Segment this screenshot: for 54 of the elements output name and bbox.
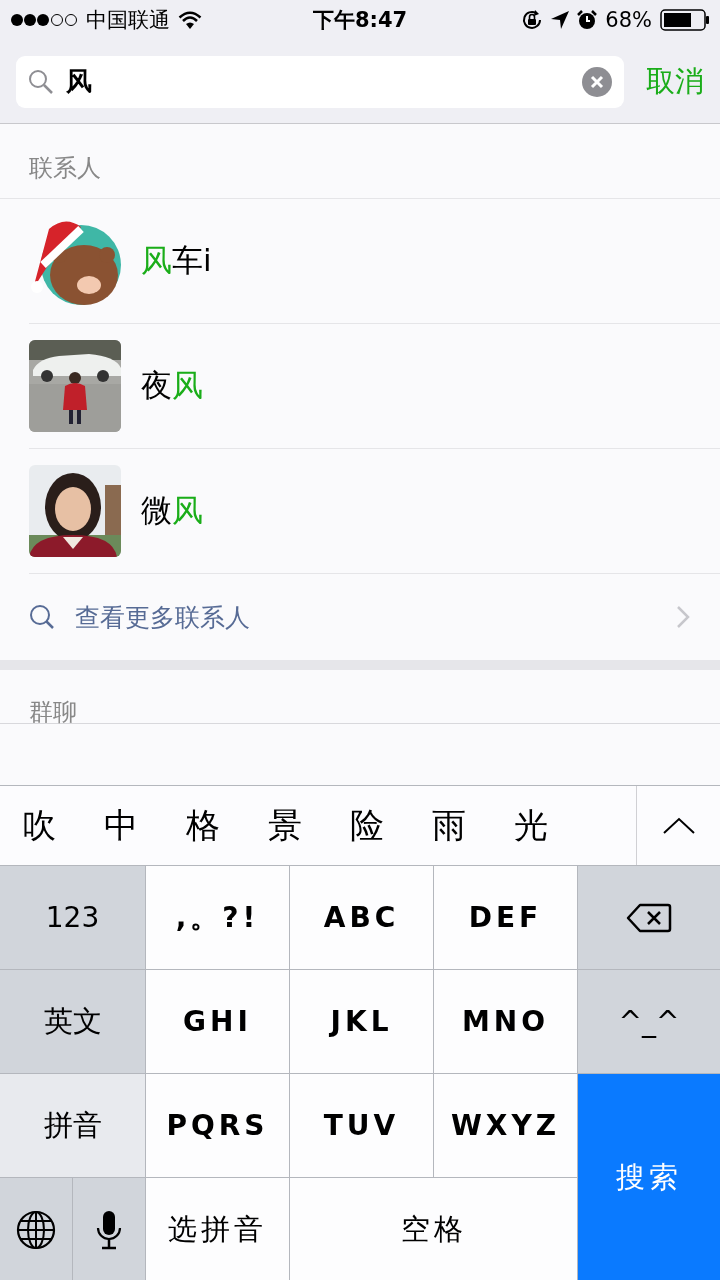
keyboard-key[interactable]: JKL xyxy=(290,970,433,1073)
globe-icon xyxy=(16,1209,56,1250)
keyboard-key[interactable]: 123 xyxy=(0,866,145,969)
contact-name: 风车i xyxy=(141,241,212,280)
clear-icon[interactable] xyxy=(582,66,612,97)
battery-percent: 68% xyxy=(605,8,652,32)
keyboard-key[interactable]: ,。?! xyxy=(146,866,289,969)
contact-row[interactable]: 微风 xyxy=(29,449,720,574)
search-field[interactable]: 风 xyxy=(16,55,624,108)
search-icon xyxy=(28,68,54,95)
candidate-word[interactable]: 格 xyxy=(186,802,220,849)
contact-row[interactable]: 夜风 xyxy=(29,324,720,449)
location-arrow-icon xyxy=(551,11,570,29)
candidate-word[interactable]: 中 xyxy=(104,802,138,849)
language-key[interactable] xyxy=(0,1178,72,1280)
rotation-lock-icon xyxy=(521,9,544,31)
alarm-icon xyxy=(577,10,598,30)
keyboard-key[interactable]: DEF xyxy=(434,866,577,969)
wifi-icon xyxy=(178,11,202,29)
contact-name: 夜风 xyxy=(141,366,203,405)
chevron-right-icon xyxy=(676,605,690,629)
keyboard-key[interactable]: ABC xyxy=(290,866,433,969)
chevron-up-icon xyxy=(661,816,696,835)
backspace-icon xyxy=(626,902,672,933)
keyboard-key[interactable]: GHI xyxy=(146,970,289,1073)
keyboard-key[interactable]: 选拼音 xyxy=(146,1178,289,1280)
space-key[interactable]: 空格 xyxy=(290,1178,577,1280)
signal-icon xyxy=(10,13,78,27)
search-icon xyxy=(29,604,55,630)
section-title: 联系人 xyxy=(29,153,101,184)
contact-name: 微风 xyxy=(141,491,203,530)
keyboard-key[interactable]: MNO xyxy=(434,970,577,1073)
emoticon-key[interactable]: ^_^ xyxy=(578,970,720,1073)
candidate-word[interactable]: 险 xyxy=(350,802,384,849)
candidate-word[interactable]: 吹 xyxy=(22,802,56,849)
input-mode-key[interactable]: 拼音 xyxy=(0,1074,145,1177)
keyboard-key[interactable]: PQRS xyxy=(146,1074,289,1177)
battery-icon xyxy=(660,9,710,31)
microphone-icon xyxy=(96,1209,122,1250)
search-key[interactable]: 搜索 xyxy=(578,1074,720,1280)
carrier-name: 中国联通 xyxy=(86,7,170,34)
keyboard-key[interactable]: WXYZ xyxy=(434,1074,577,1177)
clock-time: 下午8:47 xyxy=(312,7,408,34)
section-title: 群聊 xyxy=(29,698,77,726)
candidate-word[interactable]: 雨 xyxy=(432,802,466,849)
input-mode-key[interactable]: 英文 xyxy=(0,970,145,1073)
more-contacts-link[interactable]: 查看更多联系人 xyxy=(29,574,690,660)
candidate-word[interactable]: 光 xyxy=(514,802,548,849)
candidate-word[interactable]: 景 xyxy=(268,802,302,849)
contact-row[interactable]: 风车i xyxy=(29,199,720,324)
delete-key[interactable] xyxy=(578,866,720,969)
keyboard-key[interactable]: TUV xyxy=(290,1074,433,1177)
search-input: 风 xyxy=(66,66,570,97)
voice-input-key[interactable] xyxy=(73,1178,145,1280)
